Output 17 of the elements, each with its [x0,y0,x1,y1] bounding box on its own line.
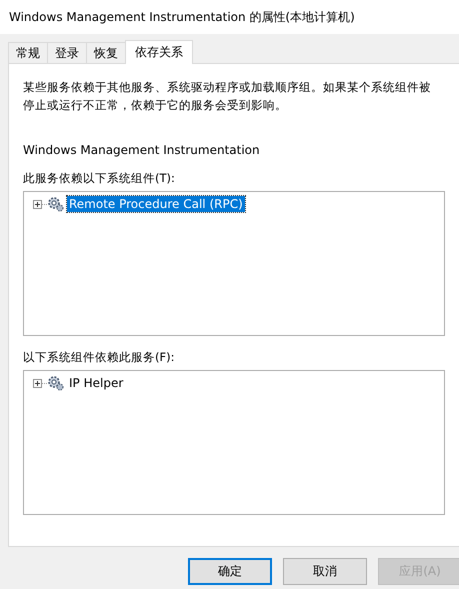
tab[interactable]: 常规 [8,42,48,63]
gear-icon [47,375,65,391]
expand-icon[interactable] [33,378,42,388]
tree-item[interactable]: IP Helper [67,375,126,391]
expand-icon[interactable] [33,200,42,208]
service-name: Windows Management Instrumentation [23,143,261,157]
list-label: 此服务依赖以下系统组件(T): [23,171,176,186]
gear-icon [47,196,65,212]
tree-view[interactable]: Remote Procedure Call (RPC) [23,191,445,336]
list-label: 以下系统组件依赖此服务(F): [23,350,176,365]
tab[interactable]: 依存关系 [125,40,193,64]
description-text: 某些服务依赖于其他服务、系统驱动程序或加载顺序组。如果某个系统组件被停止或运行不正常，依赖于它的服务会受到影响。 [23,79,432,114]
dialog-button[interactable]: 确定 [188,558,272,585]
tree-view[interactable]: IP Helper [23,370,445,515]
dialog-button[interactable]: 取消 [283,558,367,585]
tree-item[interactable]: Remote Procedure Call (RPC) [67,196,245,212]
window-title: Windows Management Instrumentation 的属性(本地计算机) [9,8,355,26]
